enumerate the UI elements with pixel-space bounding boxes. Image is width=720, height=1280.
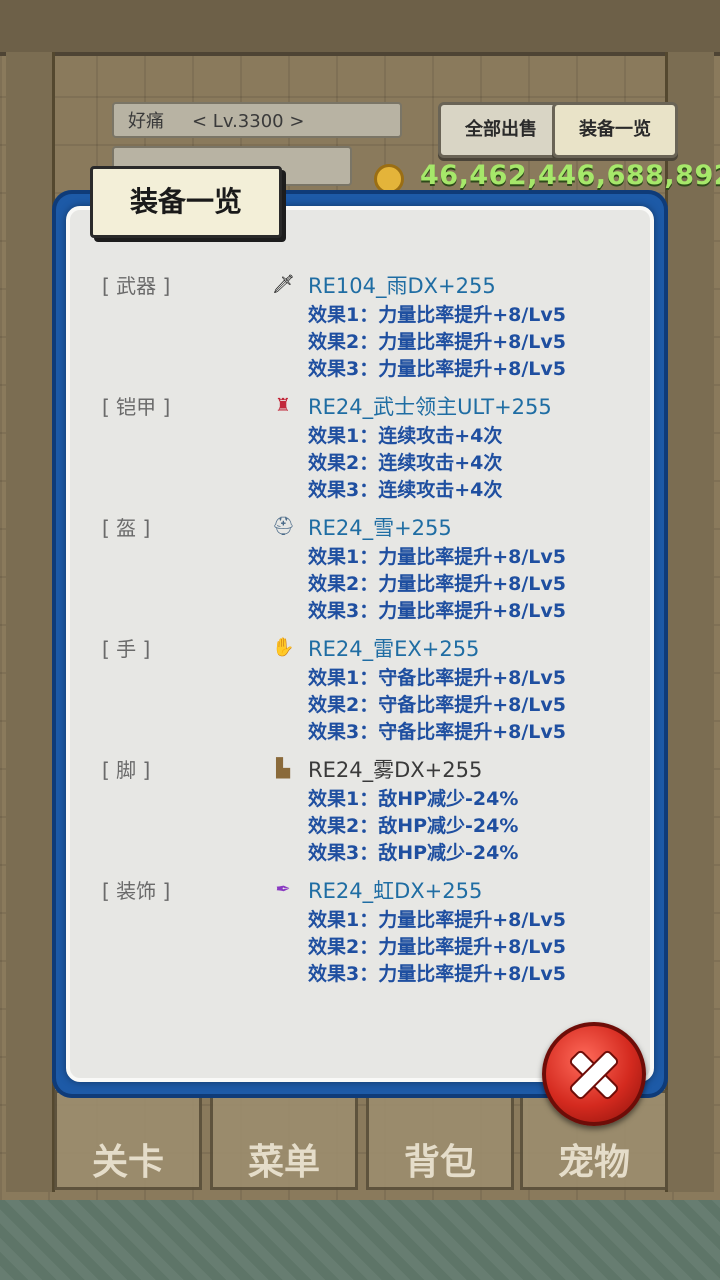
- item-effect: 效果3：力量比率提升+8/Lv5: [308, 600, 567, 622]
- item-effect: 效果1：力量比率提升+8/Lv5: [308, 304, 567, 326]
- left-pillar: [6, 52, 55, 1192]
- item-name: RE24_雷EX+255: [308, 637, 480, 661]
- item-name: RE24_虹DX+255: [308, 879, 483, 903]
- floor: [0, 1200, 720, 1280]
- item-effect: 效果1：连续攻击+4次: [308, 425, 503, 447]
- dialog-title: 装备一览: [90, 166, 282, 238]
- sell-all-button[interactable]: 全部出售: [438, 102, 564, 158]
- glove-icon: ✋: [272, 637, 295, 658]
- item-name: RE104_雨DX+255: [308, 274, 496, 298]
- slot-label: [ 武器 ]: [102, 274, 171, 298]
- item-effect: 效果3：力量比率提升+8/Lv5: [308, 358, 567, 380]
- helmet-icon: ⛑: [272, 516, 295, 537]
- item-effect: 效果3：连续攻击+4次: [308, 479, 503, 501]
- equip-list-button[interactable]: 装备一览: [552, 102, 678, 158]
- slot-label: [ 手 ]: [102, 637, 151, 661]
- item-effect: 效果1：守备比率提升+8/Lv5: [308, 667, 567, 689]
- boot-icon: ▙: [276, 758, 290, 779]
- tab-bag[interactable]: 背包: [366, 1090, 514, 1190]
- item-effect: 效果2：敌HP减少-24%: [308, 815, 519, 837]
- item-effect: 效果2：力量比率提升+8/Lv5: [308, 936, 567, 958]
- item-effect: 效果2：连续攻击+4次: [308, 452, 503, 474]
- ceiling-beam: [0, 0, 720, 56]
- item-effect: 效果3：力量比率提升+8/Lv5: [308, 963, 567, 985]
- item-effect: 效果1：力量比率提升+8/Lv5: [308, 909, 567, 931]
- player-level: < Lv.3300 >: [192, 111, 305, 132]
- item-effect: 效果3：敌HP减少-24%: [308, 842, 519, 864]
- slot-label: [ 装饰 ]: [102, 879, 171, 903]
- item-effect: 效果1：敌HP减少-24%: [308, 788, 519, 810]
- right-pillar: [665, 52, 714, 1192]
- item-effect: 效果2：守备比率提升+8/Lv5: [308, 694, 567, 716]
- player-name-plate: 好痛 < Lv.3300 >: [112, 102, 402, 138]
- sword-icon: 🗡: [272, 274, 295, 295]
- close-button[interactable]: [542, 1022, 646, 1126]
- armor-icon: ♜: [274, 395, 292, 416]
- tab-menu[interactable]: 菜单: [210, 1090, 358, 1190]
- item-effect: 效果2：力量比率提升+8/Lv5: [308, 331, 567, 353]
- item-effect: 效果2：力量比率提升+8/Lv5: [308, 573, 567, 595]
- item-effect: 效果1：力量比率提升+8/Lv5: [308, 546, 567, 568]
- feather-icon: ✒: [275, 879, 291, 900]
- item-name: RE24_雪+255: [308, 516, 452, 540]
- item-effect: 效果3：守备比率提升+8/Lv5: [308, 721, 567, 743]
- tab-stage[interactable]: 关卡: [54, 1090, 202, 1190]
- item-name: RE24_雾DX+255: [308, 758, 483, 782]
- gold-total: 46,462,446,688,892: [420, 160, 720, 191]
- slot-label: [ 脚 ]: [102, 758, 151, 782]
- slot-label: [ 铠甲 ]: [102, 395, 171, 419]
- slot-label: [ 盔 ]: [102, 516, 151, 540]
- player-name: 好痛: [128, 111, 164, 132]
- item-name: RE24_武士领主ULT+255: [308, 395, 552, 419]
